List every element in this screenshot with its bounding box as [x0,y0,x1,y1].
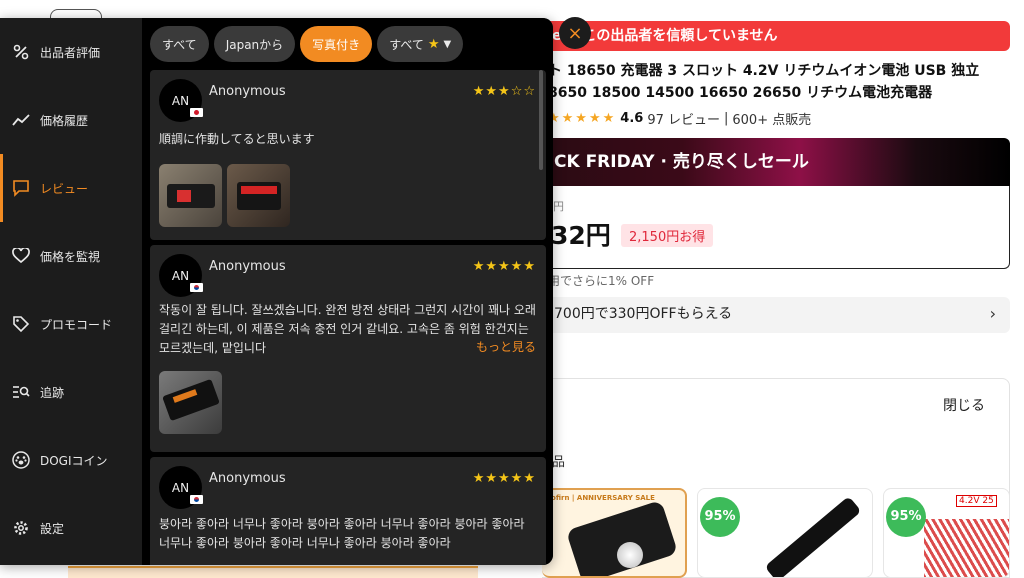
review-count-link[interactable]: 97 レビュー [647,109,720,128]
sidebar-item-label: レビュー [40,181,89,196]
flashlight-image [764,495,862,577]
review-card: AN Anonymous ★★★☆☆ 順調に作動してると思います [150,70,546,240]
review-photo-thumbnail[interactable] [159,164,222,227]
flashlight-lens-image [617,542,643,568]
reviewer-name: Anonymous [209,471,286,486]
review-photo-thumbnail[interactable] [227,164,290,227]
korea-flag-icon [190,495,203,504]
korea-flag-icon [190,283,203,292]
product-rating-row: ★★★★★ 4.6 97 レビュー | 600+ 点販売 [548,109,811,128]
review-text: 順調に作動してると思います [159,132,315,146]
review-list: AN Anonymous ★★★☆☆ 順調に作動してると思います AN Anon… [150,70,546,565]
current-price: 32円 [551,221,611,250]
sidebar-item-tracking[interactable]: 追跡 [0,358,142,426]
sidebar-item-reviews[interactable]: レビュー [0,154,142,222]
filter-all-button[interactable]: すべて [150,26,209,62]
review-text: 붕아라 좋아라 너무나 좋아라 붕아라 좋아라 너무나 좋아라 붕아라 좋아라 … [159,517,525,550]
sidebar-item-promo-code[interactable]: プロモコード [0,290,142,358]
review-card: AN Anonymous ★★★★★ 작동이 잘 됩니다. 잘쓰겠습니다. 완전… [150,245,546,452]
related-product-card[interactable]: Sofirn | ANNIVERSARY SALE [542,488,687,578]
sidebar-item-settings[interactable]: 設定 [0,494,142,562]
related-section-label: 品 [552,455,566,470]
sidebar-item-price-history[interactable]: 価格履歴 [0,86,142,154]
filled-stars: ★★★★★ [472,471,536,486]
related-product-card[interactable]: 95% [697,488,873,578]
sidebar-item-label: プロモコード [40,317,113,332]
cable-image [924,519,1009,577]
comment-icon [12,179,30,197]
close-extension-button[interactable]: × [559,17,591,49]
extra-discount-note: 用でさらに1% OFF [548,274,655,288]
review-card: AN Anonymous ★★★★★ 붕아라 좋아라 너무나 좋아라 붕아라 좋… [150,457,546,565]
filled-stars: ★★★★★ [472,259,536,274]
bottom-banner-strip [68,566,478,578]
empty-stars: ☆☆ [510,84,536,99]
original-price: 円 [553,200,564,213]
product-title-line-1: ト 18650 充電器 3 スロット 4.2V リチウムイオン電池 USB 独立 [548,63,980,79]
review-stars-icon: ★★★★★ [473,471,536,486]
chevron-down-icon: ▼ [443,38,452,50]
extension-panel: 出品者評価 価格履歴 レビュー 価格を監視 プロモコード 追跡 DOGIコイン … [0,18,553,565]
japan-flag-icon [190,108,203,117]
close-icon: × [567,22,583,44]
coupon-text: 700円で330円OFFもらえる [554,306,733,322]
rating-stars-icon: ★★★★★ [548,111,617,126]
star-icon: ★ [427,36,440,52]
reviews-main-panel: すべて Japanから 写真付き すべて ★ ▼ AN Anonymous ★★… [142,18,553,565]
product-card-tag: Sofirn | ANNIVERSARY SALE [546,494,655,502]
scrollbar-thumb[interactable] [539,70,543,170]
filter-from-japan-label: Japanから [225,37,284,52]
track-icon [12,383,30,401]
trend-line-icon [12,111,30,129]
savings-badge: 2,150円お得 [621,224,714,247]
sidebar-item-label: 価格履歴 [40,113,89,128]
sidebar-item-price-watch[interactable]: 価格を監視 [0,222,142,290]
product-title-line-2: 8650 18500 14500 16650 26650 リチウム電池充電器 [548,85,933,101]
seller-trust-warning-banner: erはこの出品者を信頼していません [542,21,1010,51]
filter-stars-dropdown[interactable]: すべて ★ ▼ [377,26,464,62]
review-stars-icon: ★★★★★ [473,259,536,274]
close-related-button[interactable]: 閉じる [943,395,985,415]
rating-separator: | [724,111,729,126]
sidebar-item-label: 設定 [40,521,65,536]
sidebar-item-label: DOGIコイン [40,453,108,468]
sidebar-item-dogi-coins[interactable]: DOGIコイン [0,426,142,494]
black-friday-banner: CK FRIDAY · 売り尽くしセール [542,138,1010,186]
sidebar-item-seller-rating[interactable]: 出品者評価 [0,18,142,86]
paw-icon [12,451,30,469]
reviewer-name: Anonymous [209,259,286,274]
tag-icon [12,315,30,333]
match-percentage-badge: 95% [886,497,926,537]
filter-stars-label: すべて [389,37,424,52]
heart-icon [12,247,30,265]
related-product-card[interactable]: 95% 4.2V 25 [883,488,1010,578]
sidebar-item-label: 出品者評価 [40,45,101,60]
price-box: 円 32円 2,150円お得 [542,186,1010,269]
filter-with-photos-label: 写真付き [312,37,361,52]
extension-sidebar: 出品者評価 価格履歴 レビュー 価格を監視 プロモコード 追跡 DOGIコイン … [0,18,142,565]
reviewer-name: Anonymous [209,84,286,99]
review-scrollbar[interactable] [539,70,543,565]
review-filter-bar: すべて Japanから 写真付き すべて ★ ▼ [150,26,464,62]
rating-score: 4.6 [620,111,644,126]
product-card-tag: 4.2V 25 [956,495,997,507]
show-more-link[interactable]: もっと見る [471,338,536,355]
filter-all-label: すべて [162,37,197,52]
coupon-row[interactable]: 700円で330円OFFもらえる › [542,297,1010,333]
sold-count: 600+ 点販売 [732,113,812,128]
filled-stars: ★★★ [472,84,511,99]
product-title: ト 18650 充電器 3 スロット 4.2V リチウムイオン電池 USB 独立… [548,60,1014,104]
percent-icon [12,43,30,61]
chevron-right-icon: › [989,304,996,323]
sidebar-item-label: 価格を監視 [40,249,101,264]
match-percentage-badge: 95% [700,497,740,537]
review-stars-icon: ★★★☆☆ [473,84,536,99]
gear-icon [12,519,30,537]
filter-from-japan-button[interactable]: Japanから [213,26,296,62]
review-photo-thumbnail[interactable] [159,371,222,434]
filter-with-photos-button[interactable]: 写真付き [300,26,373,62]
flashlight-image [565,499,679,576]
sidebar-item-label: 追跡 [40,385,65,400]
